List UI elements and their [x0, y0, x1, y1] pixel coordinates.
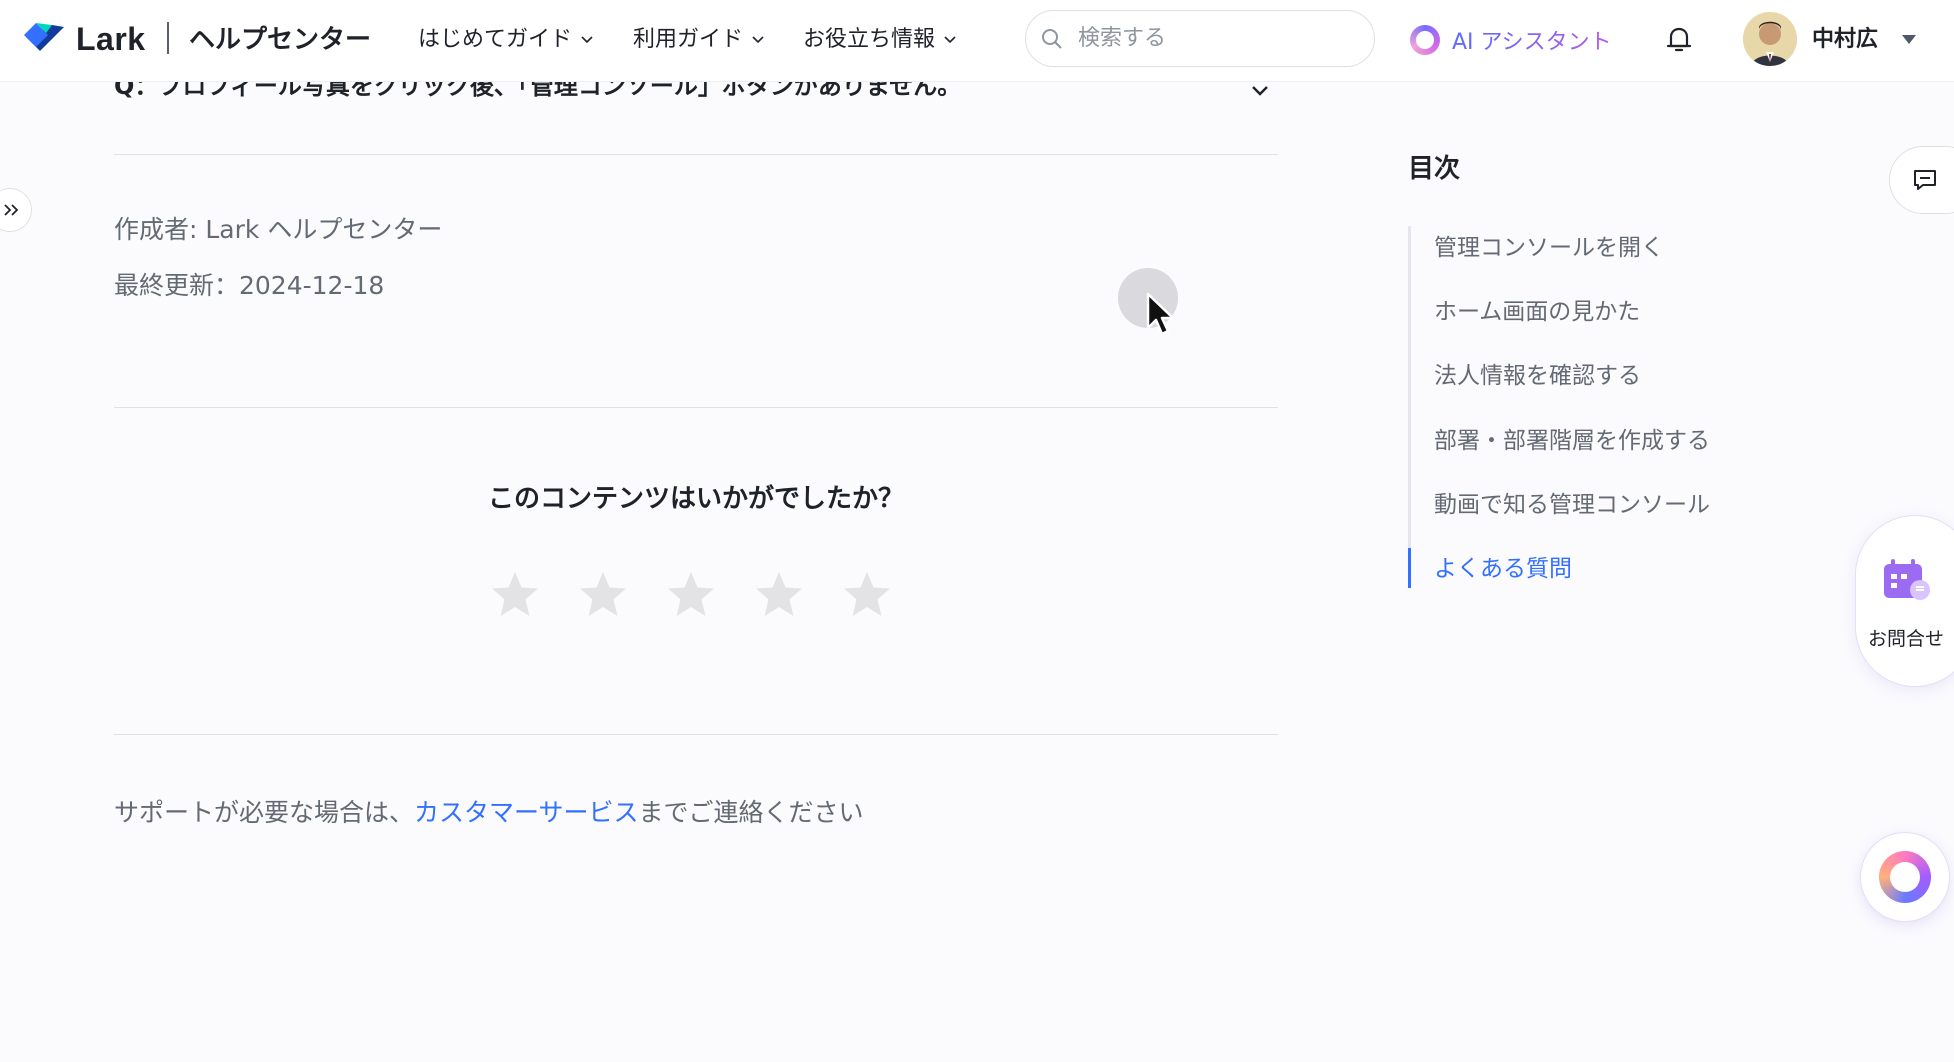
star-icon[interactable]: [488, 568, 542, 622]
avatar[interactable]: [1743, 12, 1797, 66]
nav-item-label: 利用ガイド: [633, 27, 744, 52]
article-last-updated: 最終更新：2024-12-18: [114, 271, 385, 300]
customer-service-link[interactable]: カスタマーサービス: [414, 798, 639, 827]
star-icon[interactable]: [576, 568, 630, 622]
search-box[interactable]: [1025, 10, 1375, 67]
help-center-page: Lark ヘルプセンター はじめてガイド 利用ガイド お役立ち情報 AI アシス…: [0, 0, 1954, 1062]
ai-assistant-icon: [1410, 25, 1440, 55]
toc-item-open-admin-console[interactable]: 管理コンソールを開く: [1434, 230, 1664, 266]
toc-rail: [1408, 226, 1411, 586]
mouse-pointer-icon: [1146, 292, 1175, 336]
article-author: 作成者: Lark ヘルプセンター: [114, 215, 443, 244]
avatar-image: [1743, 12, 1797, 66]
bell-icon[interactable]: [1662, 22, 1696, 56]
rating-question: このコンテンツはいかがでしたか？: [487, 484, 904, 514]
toc-active-indicator: [1408, 548, 1411, 588]
toc-item-video[interactable]: 動画で知る管理コンソール: [1434, 487, 1710, 523]
divider: [114, 734, 1278, 735]
lark-logo-icon: [24, 23, 64, 51]
user-name[interactable]: 中村広: [1812, 20, 1878, 60]
double-chevron-right-icon: [4, 204, 19, 216]
chevron-down-icon[interactable]: [1250, 84, 1270, 98]
search-icon: [1042, 28, 1062, 49]
ai-assistant-button[interactable]: AI アシスタント: [1410, 20, 1612, 60]
ai-assistant-label: AI アシスタント: [1452, 24, 1612, 56]
nav-item-usage-guide[interactable]: 利用ガイド: [633, 20, 765, 60]
support-suffix: までご連絡ください: [638, 798, 864, 827]
ai-float-button[interactable]: [1860, 832, 1950, 922]
divider: [114, 407, 1278, 408]
ai-float-icon: [1879, 851, 1931, 903]
lark-logo[interactable]: Lark: [22, 18, 146, 60]
toc-item-home-screen[interactable]: ホーム画面の見かた: [1434, 294, 1640, 330]
header-divider: [167, 22, 169, 54]
support-message: サポートが必要な場合は、カスタマーサービスまでご連絡ください: [114, 795, 864, 831]
star-icon[interactable]: [752, 568, 806, 622]
feedback-button[interactable]: [1889, 146, 1954, 214]
toc-item-departments[interactable]: 部署・部署階層を作成する: [1434, 423, 1710, 459]
nav-item-getting-started[interactable]: はじめてガイド: [418, 20, 594, 60]
toc-title: 目次: [1408, 154, 1461, 184]
nav-item-label: はじめてガイド: [418, 27, 573, 52]
chevron-down-icon: [752, 36, 764, 44]
chevron-down-icon: [581, 36, 593, 44]
logo-text: Lark: [76, 20, 146, 57]
star-icon[interactable]: [664, 568, 718, 622]
nav-item-useful-info[interactable]: お役立ち情報: [803, 20, 957, 60]
nav-item-label: お役立ち情報: [803, 27, 936, 52]
contact-label: お問合せ: [1867, 628, 1944, 650]
divider: [114, 154, 1278, 155]
star-icon[interactable]: [840, 568, 894, 622]
support-prefix: サポートが必要な場合は、: [114, 798, 415, 827]
search-input[interactable]: [1078, 26, 1348, 51]
contact-button[interactable]: お問合せ: [1855, 515, 1954, 687]
feedback-icon: [1914, 170, 1936, 190]
contact-calendar-icon: [1884, 559, 1930, 600]
caret-down-icon[interactable]: [1900, 32, 1918, 46]
chevron-down-icon: [944, 36, 956, 44]
star-rating[interactable]: [488, 568, 928, 622]
site-title[interactable]: ヘルプセンター: [189, 20, 371, 60]
sidebar-expand-button[interactable]: [0, 188, 32, 232]
toc-item-company-info[interactable]: 法人情報を確認する: [1434, 358, 1641, 394]
toc-item-faq[interactable]: よくある質問: [1434, 551, 1572, 587]
top-header: Lark ヘルプセンター はじめてガイド 利用ガイド お役立ち情報 AI アシス…: [0, 0, 1954, 82]
